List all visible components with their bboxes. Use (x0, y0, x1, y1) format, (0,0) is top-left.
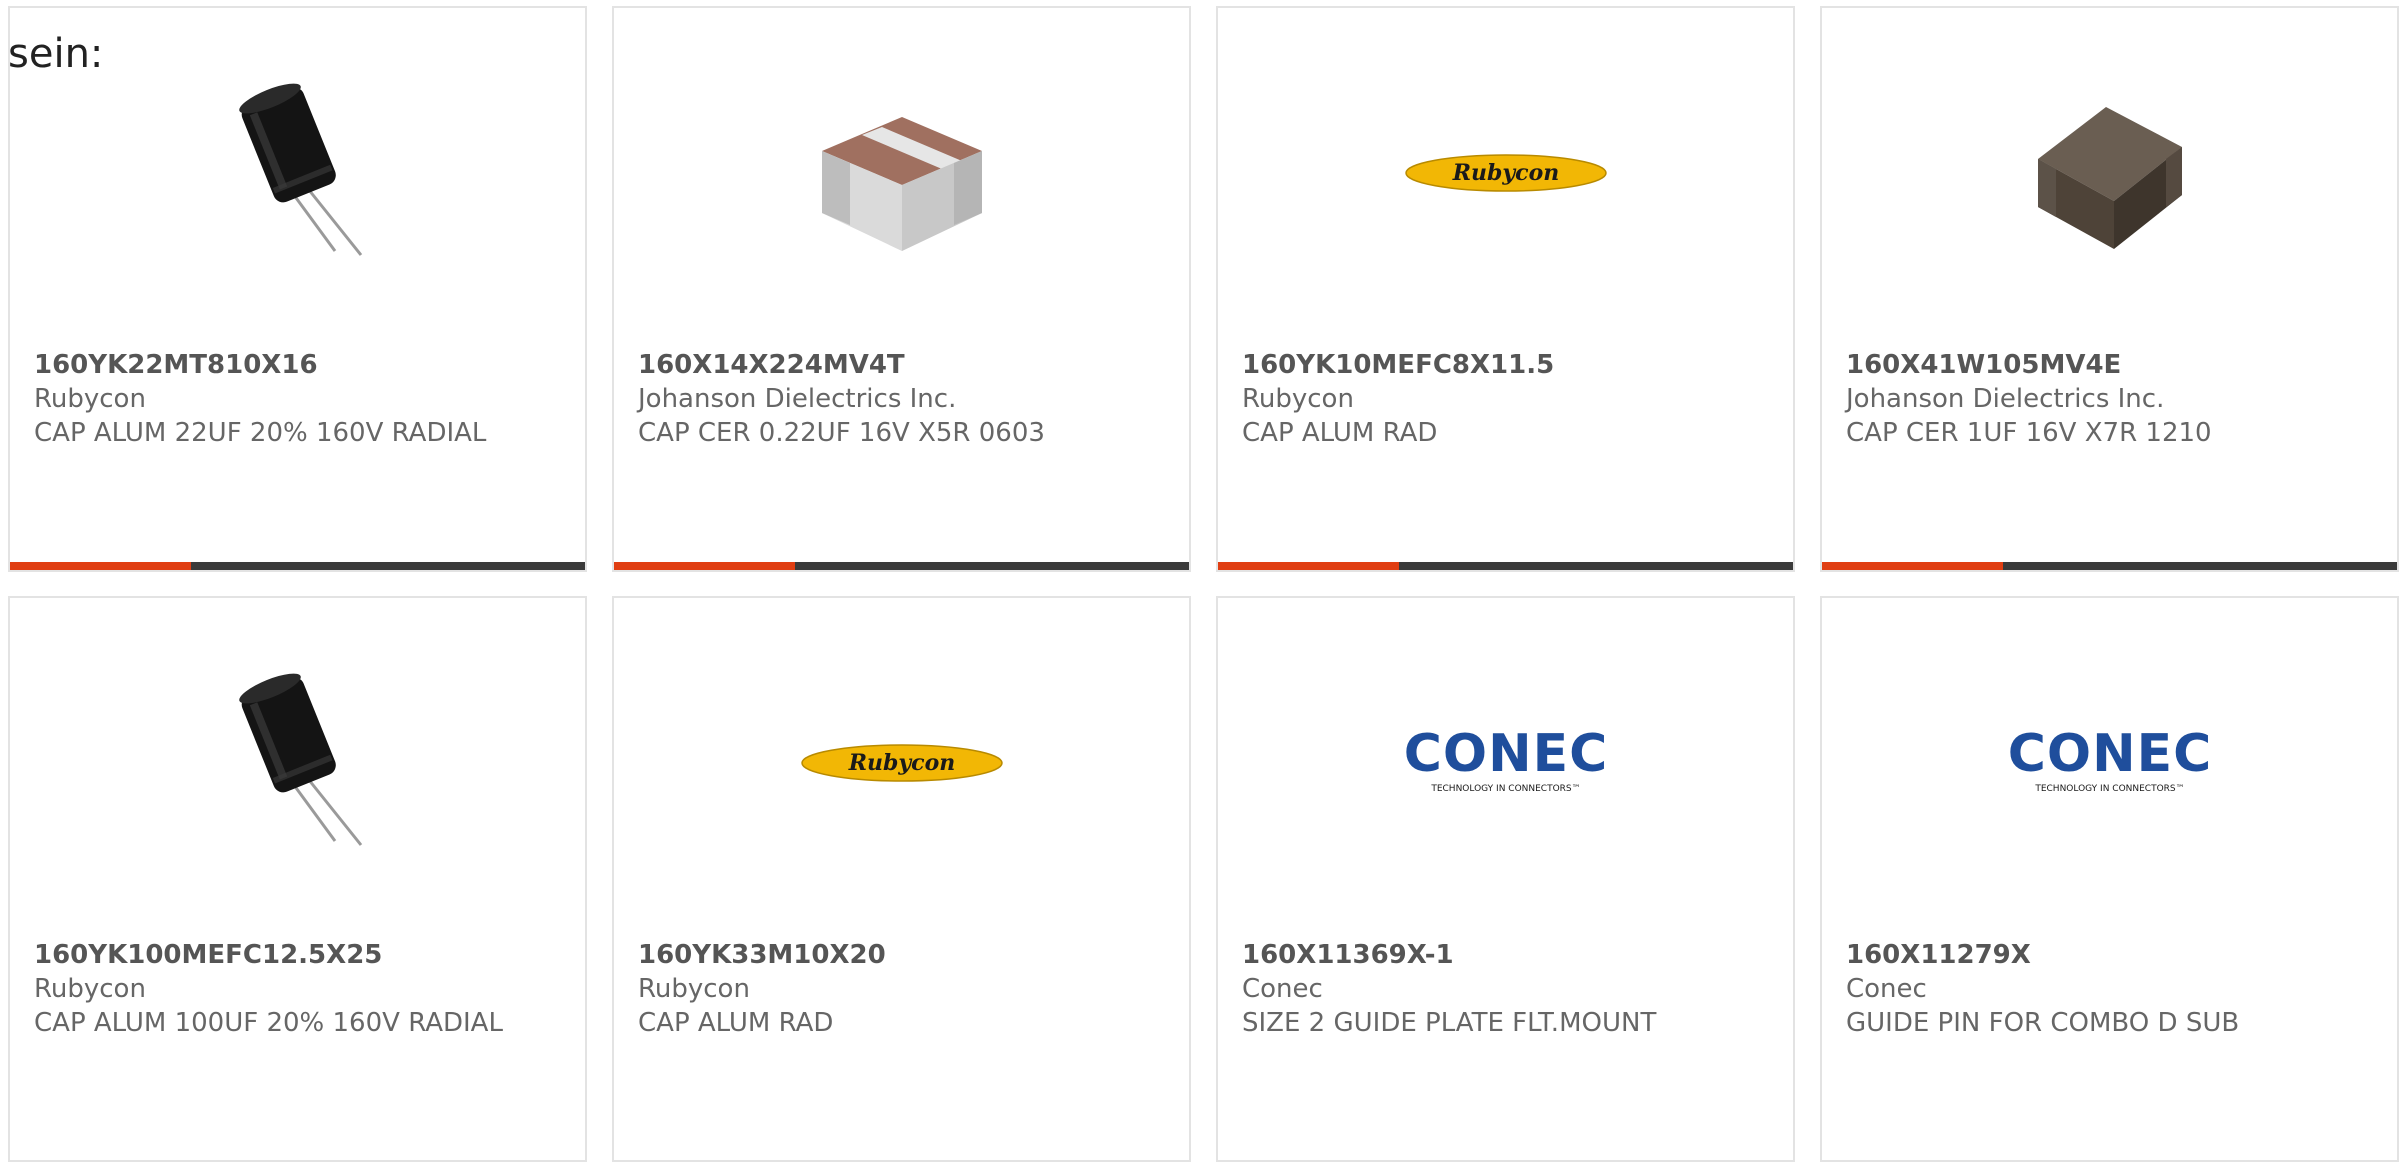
description: CAP CER 1UF 16V X7R 1210 (1846, 418, 2212, 448)
product-info: 160X11369X-1 Conec SIZE 2 GUIDE PLATE FL… (1242, 938, 1769, 1040)
product-image[interactable] (10, 658, 585, 868)
product-info: 160X41W105MV4E Johanson Dielectrics Inc.… (1846, 348, 2373, 450)
description: SIZE 2 GUIDE PLATE FLT.MOUNT (1242, 1008, 1657, 1038)
product-image[interactable]: Rubycon (614, 658, 1189, 868)
svg-text:TECHNOLOGY IN CONNECTORS™: TECHNOLOGY IN CONNECTORS™ (1430, 784, 1580, 794)
part-number[interactable]: 160X14X224MV4T (638, 348, 1165, 382)
product-card[interactable]: 160YK22MT810X16 Rubycon CAP ALUM 22UF 20… (8, 6, 587, 572)
rubycon-logo: Rubycon (1404, 154, 1607, 192)
part-number[interactable]: 160X41W105MV4E (1846, 348, 2373, 382)
svg-text:CONEC: CONEC (2007, 724, 2212, 784)
card-accent-bar (10, 562, 192, 570)
manufacturer: Conec (1242, 974, 1323, 1004)
description: CAP CER 0.22UF 16V X5R 0603 (638, 418, 1045, 448)
smd-ceramic-chip-capacitor-image (821, 117, 982, 251)
description: CAP ALUM 22UF 20% 160V RADIAL (34, 418, 487, 448)
product-image[interactable] (10, 68, 585, 278)
product-image[interactable]: Rubycon (1218, 68, 1793, 278)
rubycon-logo: Rubycon (800, 744, 1003, 782)
svg-text:Rubycon: Rubycon (847, 750, 955, 776)
description: CAP ALUM RAD (1242, 418, 1438, 448)
part-number[interactable]: 160X11369X-1 (1242, 938, 1769, 972)
part-number[interactable]: 160YK22MT810X16 (34, 348, 561, 382)
card-accent-bar (1218, 562, 1400, 570)
conec-logo: CONEC TECHNOLOGY IN CONNECTORS™ (2007, 724, 2212, 794)
part-number[interactable]: 160YK33M10X20 (638, 938, 1165, 972)
product-card[interactable]: CONEC TECHNOLOGY IN CONNECTORS™ 160X1127… (1820, 596, 2399, 1162)
description: CAP ALUM RAD (638, 1008, 834, 1038)
conec-logo: CONEC TECHNOLOGY IN CONNECTORS™ (1403, 724, 1608, 794)
manufacturer: Rubycon (1242, 384, 1354, 414)
product-grid: 160YK22MT810X16 Rubycon CAP ALUM 22UF 20… (8, 6, 2399, 1162)
svg-text:CONEC: CONEC (1403, 724, 1608, 784)
product-info: 160YK22MT810X16 Rubycon CAP ALUM 22UF 20… (34, 348, 561, 450)
description: CAP ALUM 100UF 20% 160V RADIAL (34, 1008, 503, 1038)
product-image[interactable]: CONEC TECHNOLOGY IN CONNECTORS™ (1822, 658, 2397, 868)
product-card[interactable]: 160X14X224MV4T Johanson Dielectrics Inc.… (612, 6, 1191, 572)
part-number[interactable]: 160YK100MEFC12.5X25 (34, 938, 561, 972)
product-card[interactable]: Rubycon 160YK33M10X20 Rubycon CAP ALUM R… (612, 596, 1191, 1162)
product-image[interactable] (1822, 68, 2397, 278)
product-image[interactable] (614, 68, 1189, 278)
part-number[interactable]: 160X11279X (1846, 938, 2373, 972)
manufacturer: Conec (1846, 974, 1927, 1004)
card-accent-bar (1822, 562, 2004, 570)
description: GUIDE PIN FOR COMBO D SUB (1846, 1008, 2240, 1038)
product-info: 160YK100MEFC12.5X25 Rubycon CAP ALUM 100… (34, 938, 561, 1040)
radial-electrolytic-capacitor-image (238, 83, 362, 256)
card-accent-bar (614, 562, 796, 570)
manufacturer: Rubycon (34, 384, 146, 414)
manufacturer: Johanson Dielectrics Inc. (638, 384, 957, 414)
radial-electrolytic-capacitor-image (238, 673, 362, 846)
part-number[interactable]: 160YK10MEFC8X11.5 (1242, 348, 1769, 382)
product-card[interactable]: 160YK100MEFC12.5X25 Rubycon CAP ALUM 100… (8, 596, 587, 1162)
card-bottom-bar (614, 562, 1189, 570)
product-info: 160YK10MEFC8X11.5 Rubycon CAP ALUM RAD (1242, 348, 1769, 450)
product-info: 160X11279X Conec GUIDE PIN FOR COMBO D S… (1846, 938, 2373, 1040)
product-card[interactable]: 160X41W105MV4E Johanson Dielectrics Inc.… (1820, 6, 2399, 572)
smd-ceramic-capacitor-dark-image (2037, 107, 2182, 249)
intro-text: sein: (8, 31, 104, 77)
card-bottom-bar (10, 562, 585, 570)
product-image[interactable]: CONEC TECHNOLOGY IN CONNECTORS™ (1218, 658, 1793, 868)
product-card[interactable]: CONEC TECHNOLOGY IN CONNECTORS™ 160X1136… (1216, 596, 1795, 1162)
card-bottom-bar (1218, 562, 1793, 570)
product-info: 160YK33M10X20 Rubycon CAP ALUM RAD (638, 938, 1165, 1040)
card-bottom-bar (1822, 562, 2397, 570)
svg-text:TECHNOLOGY IN CONNECTORS™: TECHNOLOGY IN CONNECTORS™ (2034, 784, 2184, 794)
manufacturer: Johanson Dielectrics Inc. (1846, 384, 2165, 414)
product-info: 160X14X224MV4T Johanson Dielectrics Inc.… (638, 348, 1165, 450)
manufacturer: Rubycon (638, 974, 750, 1004)
product-card[interactable]: Rubycon 160YK10MEFC8X11.5 Rubycon CAP AL… (1216, 6, 1795, 572)
manufacturer: Rubycon (34, 974, 146, 1004)
svg-text:Rubycon: Rubycon (1451, 160, 1559, 186)
